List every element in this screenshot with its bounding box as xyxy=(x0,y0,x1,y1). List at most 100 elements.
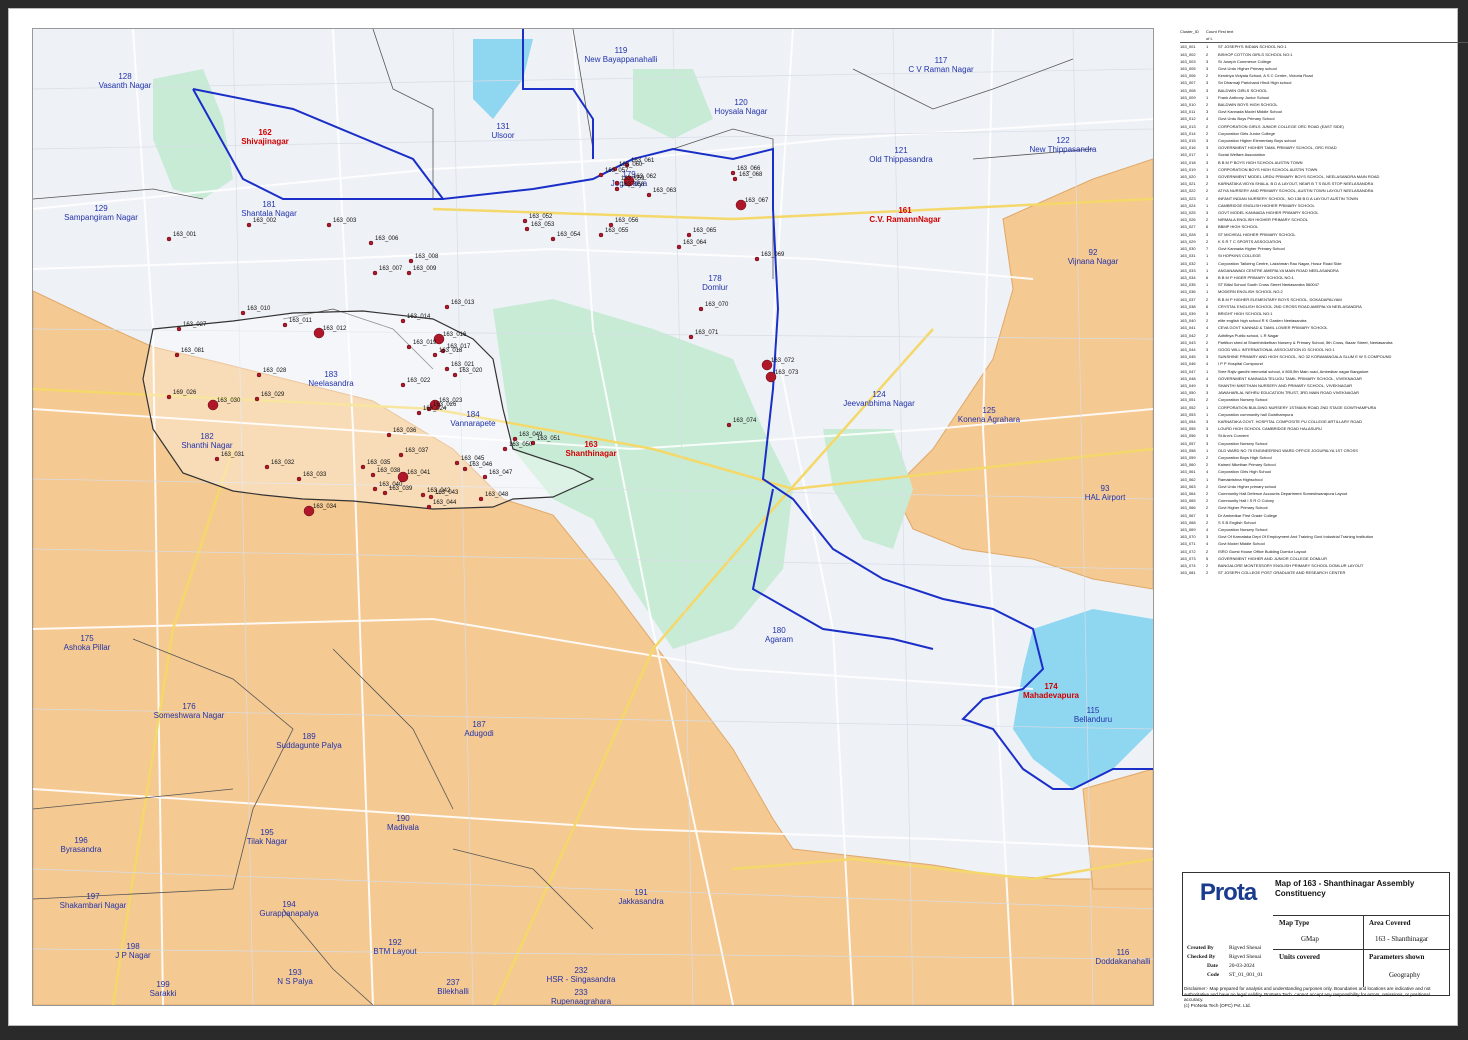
legend-row: 163_013 2 CORPORATION GIRLS JUNIOR COLLEGE… xyxy=(1180,123,1468,130)
cluster-marker[interactable] xyxy=(598,172,604,178)
cluster-marker[interactable] xyxy=(326,222,332,228)
legend-row: 163_053 1 Corporation community hall Gowth… xyxy=(1180,411,1468,418)
cluster-marker[interactable] xyxy=(524,226,530,232)
legend-cluster-id: 163_057 xyxy=(1180,440,1196,446)
cluster-marker[interactable] xyxy=(176,326,182,332)
legend-cluster-id: 163_049 xyxy=(1180,382,1196,388)
cluster-marker[interactable] xyxy=(478,496,484,502)
cluster-marker[interactable] xyxy=(400,318,406,324)
cluster-marker[interactable] xyxy=(386,432,392,438)
cluster-marker[interactable] xyxy=(420,492,426,498)
cluster-marker[interactable] xyxy=(754,256,760,262)
cluster-label: 163_070 xyxy=(705,302,729,308)
legend-cluster-id: 163_006 xyxy=(1180,73,1196,79)
cluster-marker[interactable] xyxy=(408,258,414,264)
cluster-marker[interactable] xyxy=(368,240,374,246)
legend-row: 163_038 6 CRYSTAL ENGLISH SCHOOL 2ND CROSS… xyxy=(1180,303,1468,310)
legend-cluster-id: 163_063 xyxy=(1180,483,1196,489)
legend-count: 4 xyxy=(1206,325,1209,331)
legend-first-text: ATIYA NURSERY AND PRIMARY SCHOOL, AUSTIN… xyxy=(1218,188,1374,194)
cluster-marker[interactable] xyxy=(214,456,220,462)
cluster-marker[interactable] xyxy=(646,192,652,198)
cluster-marker[interactable] xyxy=(398,452,404,458)
cluster-marker[interactable] xyxy=(428,494,434,500)
cluster-marker[interactable] xyxy=(166,394,172,400)
cluster-label: 163_081 xyxy=(181,348,205,354)
cluster-marker[interactable] xyxy=(372,486,378,492)
cluster-marker[interactable] xyxy=(406,344,412,350)
cluster-marker[interactable] xyxy=(608,222,614,228)
cluster-marker[interactable] xyxy=(598,232,604,238)
cluster-marker[interactable] xyxy=(240,310,246,316)
legend-first-text: CAMBRIDGE ENGLISH HIGHER PRIMARY SCHOOL xyxy=(1218,202,1315,208)
legend-first-text: elite english high school R K Garden Nee… xyxy=(1218,318,1307,324)
legend-count: 2 xyxy=(1206,238,1209,244)
legend-row: 163_015 3 Corporation Higher Elementary Bo… xyxy=(1180,137,1468,144)
legend-count: 1 xyxy=(1206,267,1209,273)
parameters-value: Geography xyxy=(1389,971,1421,979)
cluster-marker[interactable] xyxy=(416,410,422,416)
legend-cluster-id: 163_017 xyxy=(1180,152,1196,158)
cluster-marker[interactable] xyxy=(698,306,704,312)
cluster-marker[interactable] xyxy=(550,236,556,242)
cluster-marker[interactable] xyxy=(614,186,620,192)
legend-count: 3 xyxy=(1206,346,1209,352)
cluster-marker[interactable] xyxy=(426,504,432,510)
cluster-marker[interactable] xyxy=(246,222,252,228)
legend-cluster-id: 163_030 xyxy=(1180,246,1196,252)
legend-first-text: ST Billal School South Cross Street Neel… xyxy=(1218,282,1320,288)
cluster-marker[interactable] xyxy=(254,396,260,402)
legend-row: 163_066 2 Govt Higher Primary School xyxy=(1180,504,1468,511)
legend-count: 1 xyxy=(1206,368,1209,374)
cluster-marker[interactable] xyxy=(256,372,262,378)
cluster-marker[interactable] xyxy=(400,382,406,388)
legend-count: 3 xyxy=(1206,231,1209,237)
cluster-marker[interactable] xyxy=(512,436,518,442)
cluster-marker[interactable] xyxy=(406,270,412,276)
legend-row: 163_072 2 ISRO Guest House Office Building… xyxy=(1180,548,1468,555)
cluster-marker[interactable] xyxy=(432,352,438,358)
cluster-marker[interactable] xyxy=(452,372,458,378)
map-canvas[interactable]: 128 Vasanth Nagar 119 New Bayappanahalli 117… xyxy=(32,28,1154,1006)
legend-count: 1 xyxy=(1206,260,1209,266)
cluster-label: 163_069 xyxy=(761,252,785,258)
cluster-label: 163_044 xyxy=(433,500,457,506)
cluster-marker[interactable] xyxy=(282,322,288,328)
legend-count: 3 xyxy=(1206,138,1209,144)
legend-count: 2 xyxy=(1206,195,1209,201)
cluster-marker[interactable] xyxy=(370,472,376,478)
cluster-marker[interactable] xyxy=(730,170,736,176)
cluster-marker[interactable] xyxy=(174,352,180,358)
cluster-marker[interactable] xyxy=(726,422,732,428)
cluster-marker[interactable] xyxy=(482,474,488,480)
cluster-marker[interactable] xyxy=(360,464,366,470)
cluster-marker[interactable] xyxy=(688,334,694,340)
cluster-marker[interactable] xyxy=(454,460,460,466)
cluster-marker[interactable] xyxy=(614,180,620,186)
cluster-marker[interactable] xyxy=(264,464,270,470)
cluster-marker[interactable] xyxy=(444,304,450,310)
legend-first-text: Corporation Girls Junior College xyxy=(1218,130,1275,136)
legend-count: 3 xyxy=(1206,58,1209,64)
legend-count: 2 xyxy=(1206,491,1209,496)
cluster-marker[interactable] xyxy=(502,446,508,452)
legend-cluster-id: 163_055 xyxy=(1180,426,1196,432)
cluster-marker[interactable] xyxy=(166,236,172,242)
legend-cluster-id: 163_024 xyxy=(1180,202,1196,208)
legend-cluster-id: 163_013 xyxy=(1180,123,1196,129)
cluster-marker[interactable] xyxy=(296,476,302,482)
legend-first-text: ST JOSEPH COLLEGE POST GRADUATE AND RESE… xyxy=(1218,570,1346,576)
cluster-marker[interactable] xyxy=(522,218,528,224)
cluster-marker[interactable] xyxy=(686,232,692,238)
legend-row: 163_031 1 St HOPKINS COLLEGE xyxy=(1180,252,1468,259)
cluster-marker[interactable] xyxy=(372,270,378,276)
cluster-marker[interactable] xyxy=(462,466,468,472)
legend-first-text: NIRMALA ENGLISH HIGHER PRIMARY SCHOOL xyxy=(1218,217,1309,223)
legend-row: 163_043 2 Partition shed at Shanthiniketha… xyxy=(1180,339,1468,346)
cluster-marker[interactable] xyxy=(676,244,682,250)
cluster-marker[interactable] xyxy=(444,366,450,372)
cluster-marker[interactable] xyxy=(382,490,388,496)
cluster-label: 163_034 xyxy=(313,504,337,510)
cluster-marker[interactable] xyxy=(732,176,738,182)
legend-first-text: Partition shed at Shanthinikethan Nurser… xyxy=(1218,339,1393,345)
